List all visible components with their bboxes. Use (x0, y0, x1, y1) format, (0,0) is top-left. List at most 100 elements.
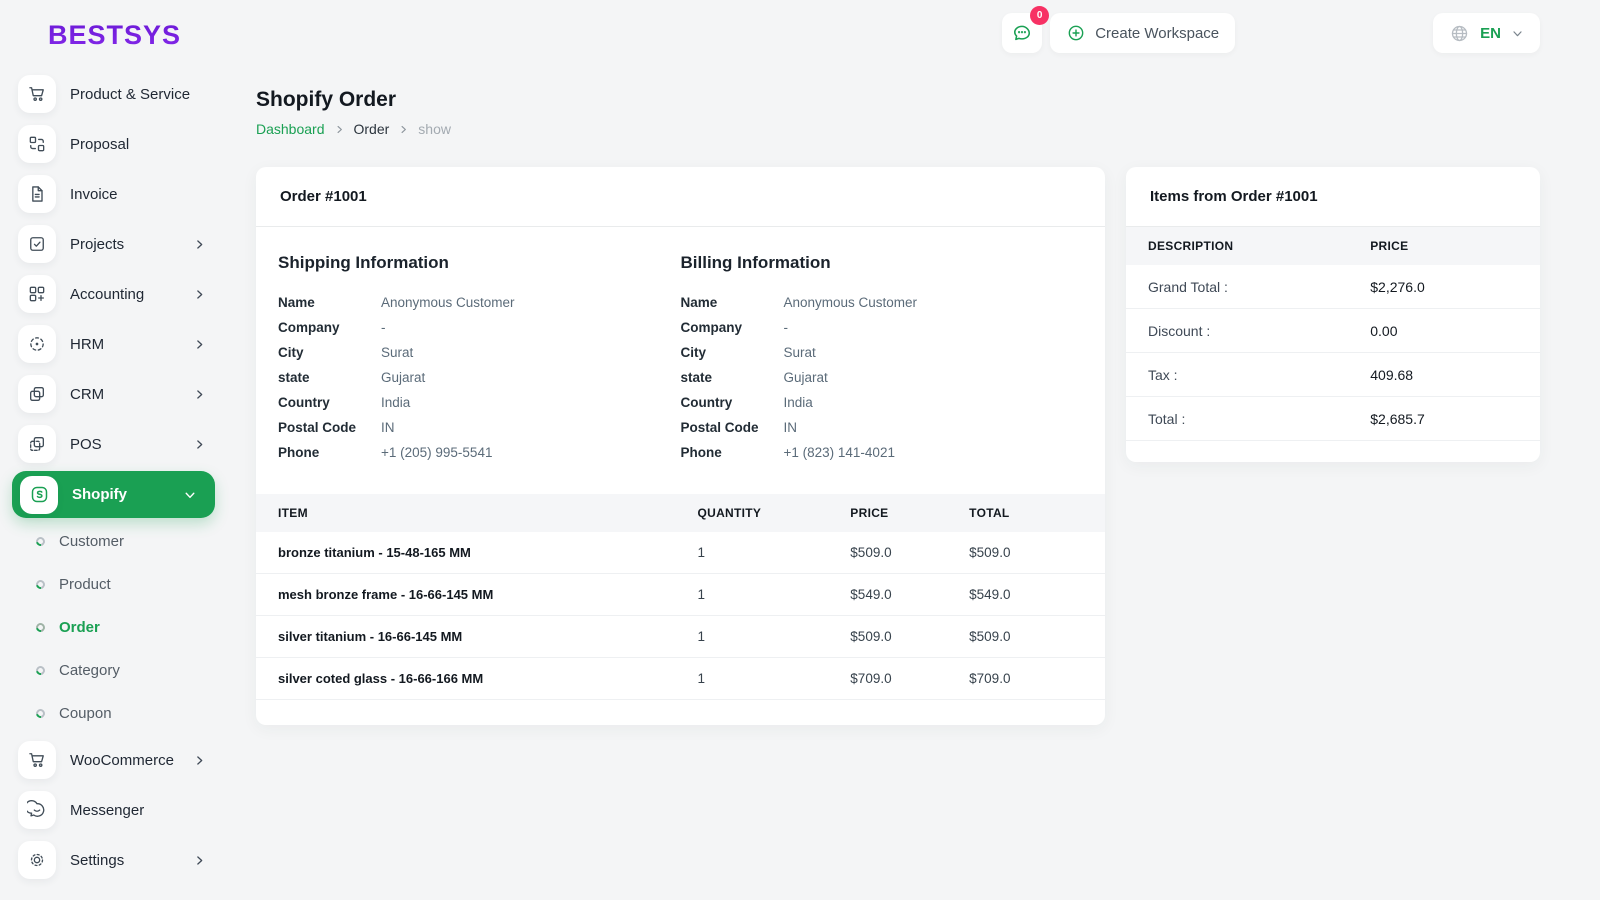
sidebar-item-label: HRM (70, 335, 105, 353)
sidebar-item-label: Accounting (70, 285, 145, 303)
layers-dashed-icon (18, 425, 56, 463)
billing-info-title: Billing Information (680, 253, 831, 272)
sidebar-item-woocommerce[interactable]: WooCommerce (0, 735, 230, 785)
plus-circle-icon (1066, 23, 1086, 43)
field-label: Company (278, 320, 340, 335)
field-value: Anonymous Customer (381, 295, 515, 310)
field-row: Name Anonymous Customer (681, 295, 1084, 310)
field-value: Gujarat (783, 370, 828, 385)
summary-label: Discount : (1126, 308, 1371, 353)
field-value: Gujarat (381, 370, 426, 385)
sidebar-item-proposal[interactable]: Proposal (0, 119, 230, 169)
sidebar-item-crm[interactable]: CRM (0, 369, 230, 419)
sidebar-item-product-service[interactable]: Product & Service (0, 69, 230, 119)
sidebar-nav: Product & Service Proposal Invoice Proje… (0, 69, 230, 885)
billing-info: Billing Information Name Anonymous Custom… (681, 253, 1084, 470)
sidebar-subitem-product[interactable]: Product (0, 563, 230, 606)
order-info: Shipping Information Name Anonymous Custo… (256, 227, 1105, 494)
layers-icon (18, 375, 56, 413)
messages-button[interactable]: 0 (1002, 6, 1050, 53)
field-value: Surat (381, 345, 414, 360)
chevron-right-icon (334, 124, 345, 135)
field-row: Postal Code IN (278, 420, 681, 435)
sidebar-item-invoice[interactable]: Invoice (0, 169, 230, 219)
field-row: state Gujarat (278, 370, 681, 385)
sidebar-item-settings[interactable]: Settings (0, 835, 230, 885)
item-quantity: 1 (697, 615, 851, 658)
table-row: silver titanium - 16-66-145 MM 1 $509.0 … (256, 615, 1105, 658)
field-row: City Surat (278, 345, 681, 360)
card-footer (1126, 440, 1540, 462)
breadcrumb-order[interactable]: Order (354, 121, 390, 137)
sidebar-subitem-label: Category (59, 662, 120, 679)
field-label: Name (680, 295, 718, 310)
item-name: bronze titanium - 15-48-165 MM (278, 545, 471, 560)
sidebar-item-label: Settings (70, 851, 125, 869)
item-price: $549.0 (850, 573, 970, 616)
field-value: +1 (823) 141-4021 (783, 445, 895, 460)
sidebar-item-label: Messenger (70, 801, 145, 819)
check-square-icon (18, 225, 56, 263)
create-workspace-label: Create Workspace (1095, 24, 1220, 42)
chevron-right-icon (193, 388, 206, 401)
table-row: Tax : 409.68 (1126, 352, 1540, 397)
sidebar-item-label: Shopify (72, 486, 127, 503)
sidebar-item-label: WooCommerce (70, 751, 174, 769)
sidebar-item-accounting[interactable]: Accounting (0, 269, 230, 319)
field-label: Phone (278, 445, 320, 460)
table-row: Discount : 0.00 (1126, 308, 1540, 353)
column-header-price: PRICE (1370, 227, 1540, 265)
sidebar-subitem-coupon[interactable]: Coupon (0, 692, 230, 735)
order-items-table: ITEM QUANTITY PRICE TOTAL bronze titaniu… (256, 494, 1105, 699)
sidebar-item-label: Proposal (70, 135, 130, 153)
chevron-right-icon (398, 124, 409, 135)
item-quantity: 1 (697, 573, 851, 616)
field-value: +1 (205) 995-5541 (381, 445, 493, 460)
field-row: Company - (278, 320, 681, 335)
sidebar-item-label: CRM (70, 385, 105, 403)
messages-count-badge: 0 (1030, 6, 1050, 25)
field-label: Name (278, 295, 315, 310)
language-selector[interactable]: EN (1433, 13, 1540, 53)
chevron-down-icon (1511, 27, 1524, 40)
item-total: $709.0 (969, 657, 1105, 699)
chevron-down-icon (183, 488, 197, 502)
sidebar-item-hrm[interactable]: HRM (0, 319, 230, 369)
field-row: Phone +1 (205) 995-5541 (278, 445, 681, 460)
create-workspace-button[interactable]: Create Workspace (1050, 13, 1236, 53)
breadcrumb-dashboard[interactable]: Dashboard (256, 121, 325, 137)
sidebar-item-shopify[interactable]: Shopify (12, 471, 215, 518)
order-card: Order #1001 Shipping Information Name Ano… (256, 167, 1105, 725)
field-label: Phone (680, 445, 722, 460)
item-name: silver coted glass - 16-66-166 MM (256, 657, 698, 699)
globe-icon (1449, 23, 1470, 44)
brand-logo[interactable]: BESTSYS (0, 0, 181, 61)
bullet-icon (34, 664, 47, 677)
summary-card-title: Items from Order #1001 (1126, 167, 1540, 227)
item-quantity: 1 (697, 545, 705, 560)
sidebar-subitem-customer[interactable]: Customer (0, 520, 230, 563)
field-value: India (783, 395, 813, 410)
breadcrumb-show: show (418, 121, 451, 137)
sidebar-subitem-order[interactable]: Order (0, 606, 230, 649)
field-label: City (278, 345, 304, 360)
shipping-info-title: Shipping Information (278, 253, 449, 272)
field-label: Country (278, 395, 330, 410)
field-value: IN (381, 420, 395, 435)
field-label: Company (680, 320, 743, 335)
sidebar-item-messenger[interactable]: Messenger (0, 785, 230, 835)
sidebar-subitem-category[interactable]: Category (0, 649, 230, 692)
language-label: EN (1480, 24, 1501, 42)
column-header-total: TOTAL (969, 494, 1105, 532)
field-label: Postal Code (278, 420, 357, 435)
field-label: Country (680, 395, 733, 410)
summary-value: 409.68 (1370, 352, 1540, 397)
sidebar-item-pos[interactable]: POS (0, 419, 230, 469)
field-value: Surat (783, 345, 816, 360)
sidebar-item-label: POS (70, 435, 102, 453)
order-summary-card: Items from Order #1001 DESCRIPTION PRICE… (1126, 167, 1540, 462)
sidebar-item-projects[interactable]: Projects (0, 219, 230, 269)
chat-dots-icon (1011, 22, 1033, 44)
bullet-icon (34, 707, 47, 720)
chevron-right-icon (193, 438, 206, 451)
